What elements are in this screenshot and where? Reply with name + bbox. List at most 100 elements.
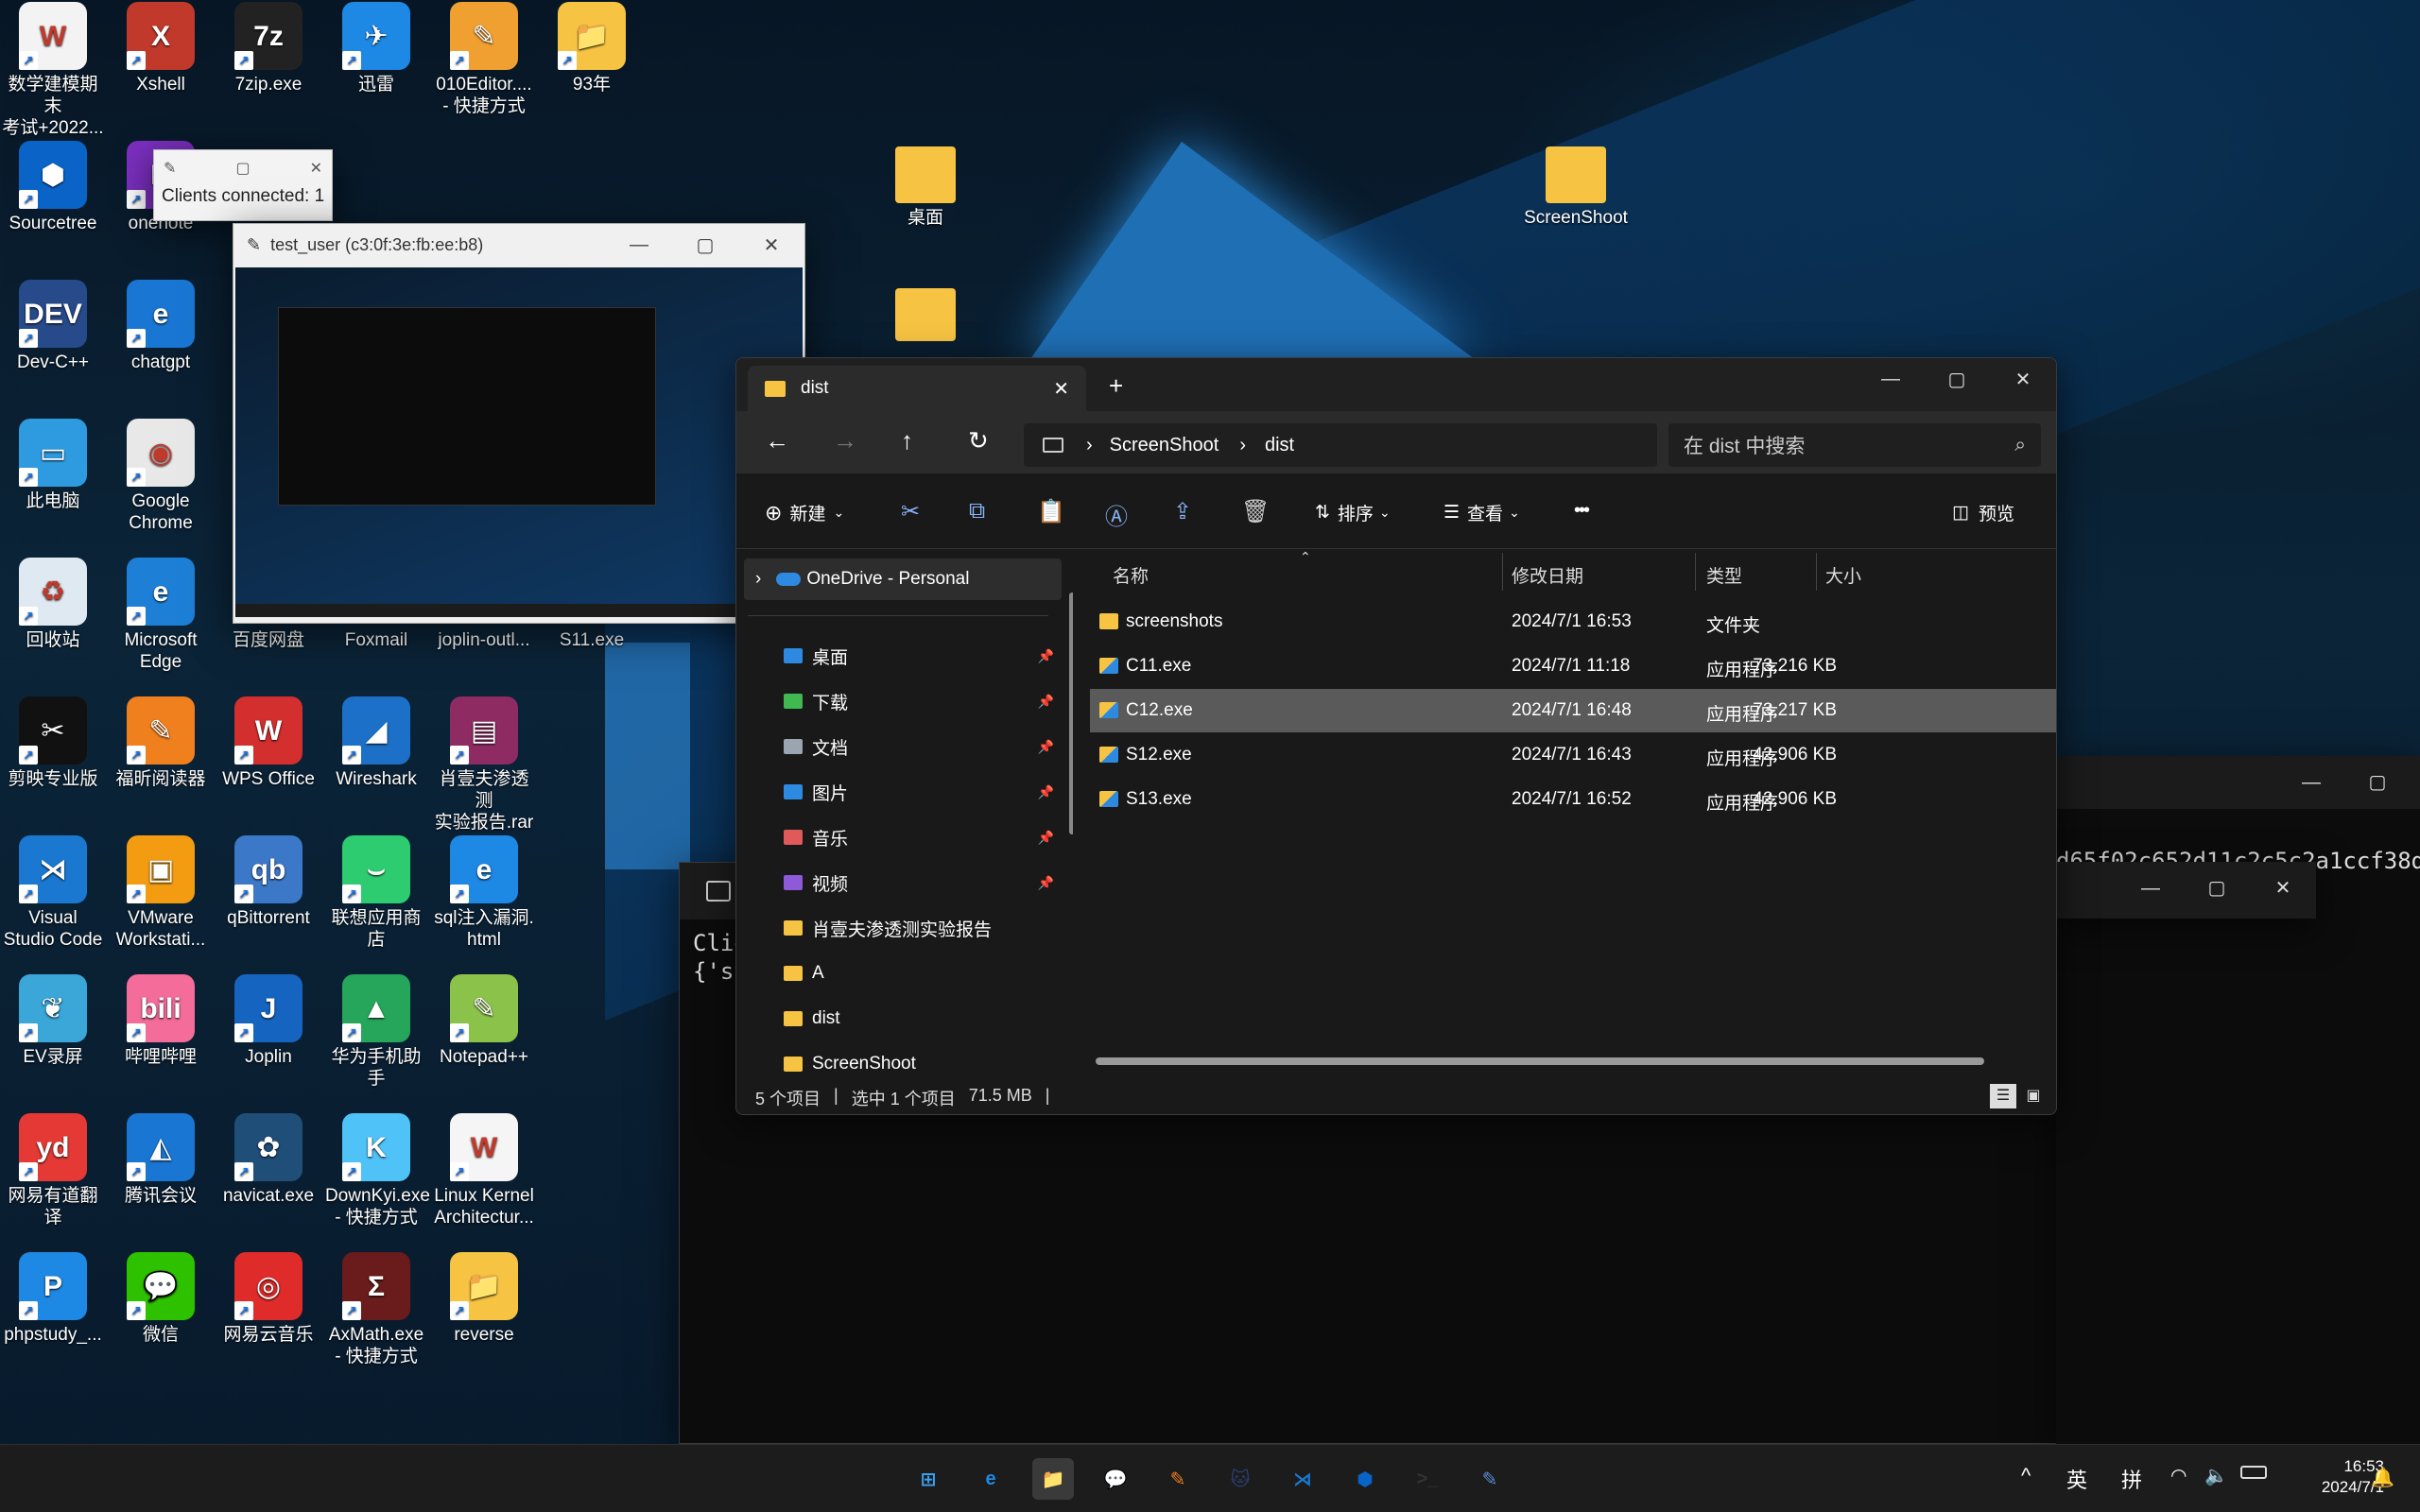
nav-item[interactable]: 桌面 📌 bbox=[784, 634, 1058, 678]
details-view-button[interactable]: ☰ bbox=[1990, 1084, 2016, 1108]
desktop-icon-item[interactable]: ✈ ↗ 迅雷 bbox=[325, 2, 427, 95]
console-window-front[interactable]: — ▢ ✕ bbox=[2056, 862, 2316, 919]
share-icon[interactable]: ⇪ bbox=[1173, 498, 1192, 525]
desktop-icon-item[interactable]: ▭ ↗ 此电脑 bbox=[2, 419, 104, 512]
nav-item[interactable]: 文档 📌 bbox=[784, 725, 1058, 768]
desktop-icon-item[interactable]: S11.exe bbox=[541, 629, 643, 651]
search-input[interactable]: 在 dist 中搜索 ⌕ bbox=[1668, 423, 2041, 467]
desktop-icon-item[interactable]: ✎ ↗ 010Editor.... - 快捷方式 bbox=[433, 2, 535, 117]
desktop-icon-item[interactable]: X ↗ Xshell bbox=[110, 2, 212, 95]
address-bar[interactable]: › ScreenShoot › dist bbox=[1024, 423, 1657, 467]
breadcrumb-screenshoot[interactable]: ScreenShoot bbox=[1110, 435, 1219, 456]
sort-button[interactable]: ⇅ 排序 ⌄ bbox=[1315, 500, 1391, 525]
windows-start-icon[interactable]: ⊞ bbox=[908, 1458, 949, 1500]
desktop-icon-item[interactable]: P ↗ phpstudy_... bbox=[2, 1252, 104, 1346]
forward-button[interactable]: → bbox=[833, 426, 857, 455]
nav-item[interactable]: ScreenShoot bbox=[784, 1042, 1058, 1078]
tray-chevron-icon[interactable]: ^ bbox=[2021, 1464, 2031, 1488]
minimize-button[interactable]: — bbox=[1858, 369, 1924, 390]
desktop-icon-item[interactable]: W ↗ WPS Office bbox=[217, 696, 320, 790]
desktop-icon-item[interactable]: ⌣ ↗ 联想应用商店 bbox=[325, 835, 427, 951]
ime-mode[interactable]: 拼 bbox=[2121, 1464, 2142, 1494]
desktop-icon-item[interactable]: ❦ ↗ EV录屏 bbox=[2, 974, 104, 1068]
desktop-icon-item[interactable]: DEV ↗ Dev-C++ bbox=[2, 280, 104, 373]
file-row[interactable]: screenshots 2024/7/1 16:53 文件夹 bbox=[1090, 600, 2056, 644]
copy-icon[interactable]: ⧉ bbox=[969, 498, 985, 524]
desktop-icon-item[interactable]: Σ ↗ AxMath.exe - 快捷方式 bbox=[325, 1252, 427, 1367]
file-row[interactable]: C11.exe 2024/7/1 11:18 应用程序 73,216 KB bbox=[1090, 644, 2056, 688]
cat-icon[interactable]: 🐱 bbox=[1219, 1458, 1261, 1500]
nav-item[interactable]: 视频 📌 bbox=[784, 861, 1058, 904]
desktop-folder-screenshoot[interactable]: ScreenShoot bbox=[1524, 146, 1628, 229]
volume-muted-icon[interactable]: 🔈 bbox=[2204, 1464, 2228, 1487]
new-tab-button[interactable]: + bbox=[1109, 371, 1123, 401]
minimize-button[interactable]: — bbox=[2118, 862, 2184, 915]
desktop-icon-item[interactable]: ♻ ↗ 回收站 bbox=[2, 558, 104, 651]
ime-language[interactable]: 英 bbox=[2066, 1464, 2087, 1494]
desktop-icon-item[interactable]: ▲ ↗ 华为手机助手 bbox=[325, 974, 427, 1090]
nav-item[interactable]: A bbox=[784, 952, 1058, 995]
nav-scrollbar[interactable] bbox=[1069, 593, 1073, 834]
sourcetree-icon[interactable]: ⬢ bbox=[1344, 1458, 1386, 1500]
console-titlebar[interactable]: — ▢ bbox=[2056, 756, 2420, 809]
file-row[interactable]: S13.exe 2024/7/1 16:52 应用程序 42,906 KB bbox=[1090, 778, 2056, 821]
preview-button[interactable]: ◫ 预览 bbox=[1952, 500, 2014, 525]
more-options-button[interactable]: ••• bbox=[1574, 500, 1590, 522]
maximize-button[interactable]: ▢ bbox=[2184, 862, 2250, 915]
view-button[interactable]: ☰ 查看 ⌄ bbox=[1443, 500, 1520, 525]
nav-onedrive[interactable]: › OneDrive - Personal bbox=[744, 558, 1062, 600]
desktop-icon-item[interactable]: 📁 ↗ 93年 bbox=[541, 2, 643, 95]
pin-icon[interactable]: 📌 bbox=[1038, 694, 1054, 710]
desktop-icon-item[interactable]: Foxmail bbox=[325, 629, 427, 651]
column-divider[interactable] bbox=[1816, 553, 1817, 591]
wechat-icon[interactable]: 💬 bbox=[1095, 1458, 1136, 1500]
minimize-button[interactable]: — bbox=[2278, 756, 2344, 809]
desktop-icon-item[interactable]: ◎ ↗ 网易云音乐 bbox=[217, 1252, 320, 1346]
desktop-icon-item[interactable]: ◢ ↗ Wireshark bbox=[325, 696, 427, 790]
desktop-icon-item[interactable]: ▣ ↗ VMware Workstati... bbox=[110, 835, 212, 951]
desktop-folder-unnamed[interactable] bbox=[874, 288, 977, 345]
desktop-icon-item[interactable]: e ↗ chatgpt bbox=[110, 280, 212, 373]
desktop-icon-item[interactable]: W ↗ Linux Kernel Architectur... bbox=[433, 1113, 535, 1228]
file-row[interactable]: C12.exe 2024/7/1 16:48 应用程序 73,217 KB bbox=[1090, 689, 2056, 732]
maximize-button[interactable]: ▢ bbox=[2344, 756, 2411, 809]
pin-icon[interactable]: 📌 bbox=[1038, 739, 1054, 755]
pin-icon[interactable]: 📌 bbox=[1038, 784, 1054, 800]
desktop-icon-item[interactable]: ⬢ ↗ Sourcetree bbox=[2, 141, 104, 234]
desktop-icon-item[interactable]: bili ↗ 哔哩哔哩 bbox=[110, 974, 212, 1068]
rename-icon[interactable]: Ⓐ bbox=[1105, 498, 1128, 531]
horizontal-scrollbar[interactable] bbox=[1096, 1057, 1984, 1065]
pin-icon[interactable]: 📌 bbox=[1038, 875, 1054, 891]
maximize-button[interactable]: ▢ bbox=[235, 159, 250, 178]
nav-item[interactable]: 音乐 📌 bbox=[784, 816, 1058, 859]
chevron-right-icon[interactable]: › bbox=[755, 569, 761, 590]
maximize-button[interactable]: ▢ bbox=[1924, 368, 1990, 391]
column-divider[interactable] bbox=[1695, 553, 1696, 591]
nav-item[interactable]: dist bbox=[784, 997, 1058, 1040]
close-tab-button[interactable]: ✕ bbox=[1053, 377, 1069, 401]
close-button[interactable]: ✕ bbox=[738, 233, 804, 257]
file-explorer-window[interactable]: dist ✕ + — ▢ ✕ ← → ↑ ↻ › ScreenShoot › d… bbox=[735, 357, 2057, 1115]
back-button[interactable]: ← bbox=[765, 426, 789, 455]
delete-icon[interactable]: 🗑 bbox=[1241, 498, 1270, 525]
desktop-icon-item[interactable]: W ↗ 数学建模期末 考试+2022... bbox=[2, 2, 104, 139]
maximize-button[interactable]: ▢ bbox=[672, 233, 738, 257]
column-name[interactable]: 名称 bbox=[1113, 562, 1149, 588]
desktop-icon-item[interactable]: ◭ ↗ 腾讯会议 bbox=[110, 1113, 212, 1207]
explorer-tab[interactable]: dist ✕ bbox=[748, 366, 1086, 411]
desktop-icon-item[interactable]: 💬 ↗ 微信 bbox=[110, 1252, 212, 1346]
desktop-icon-item[interactable]: ✎ ↗ 福昕阅读器 bbox=[110, 696, 212, 790]
up-button[interactable]: ↑ bbox=[901, 426, 913, 455]
breadcrumb-dist[interactable]: dist bbox=[1265, 435, 1294, 456]
wifi-icon[interactable]: ◠ bbox=[2170, 1464, 2187, 1487]
paste-icon[interactable]: 📋 bbox=[1037, 498, 1065, 525]
console-window-right[interactable]: —▢ d65f02c652d11c2c5c2a1ccf38dc ost_mac' bbox=[2056, 756, 2420, 1444]
close-button[interactable]: ✕ bbox=[2250, 862, 2316, 915]
edge-icon[interactable]: e bbox=[970, 1458, 1011, 1500]
minimize-button[interactable]: — bbox=[606, 234, 672, 256]
desktop-icon-item[interactable]: e ↗ Microsoft Edge bbox=[110, 558, 212, 673]
notification-bell-icon[interactable]: 🔔 bbox=[2371, 1466, 2394, 1489]
desktop-icon-item[interactable]: joplin-outl... bbox=[433, 629, 535, 651]
desktop-icon-item[interactable]: 7z ↗ 7zip.exe bbox=[217, 2, 320, 95]
nav-item[interactable]: 肖壹夫渗透测实验报告 bbox=[784, 906, 1058, 950]
